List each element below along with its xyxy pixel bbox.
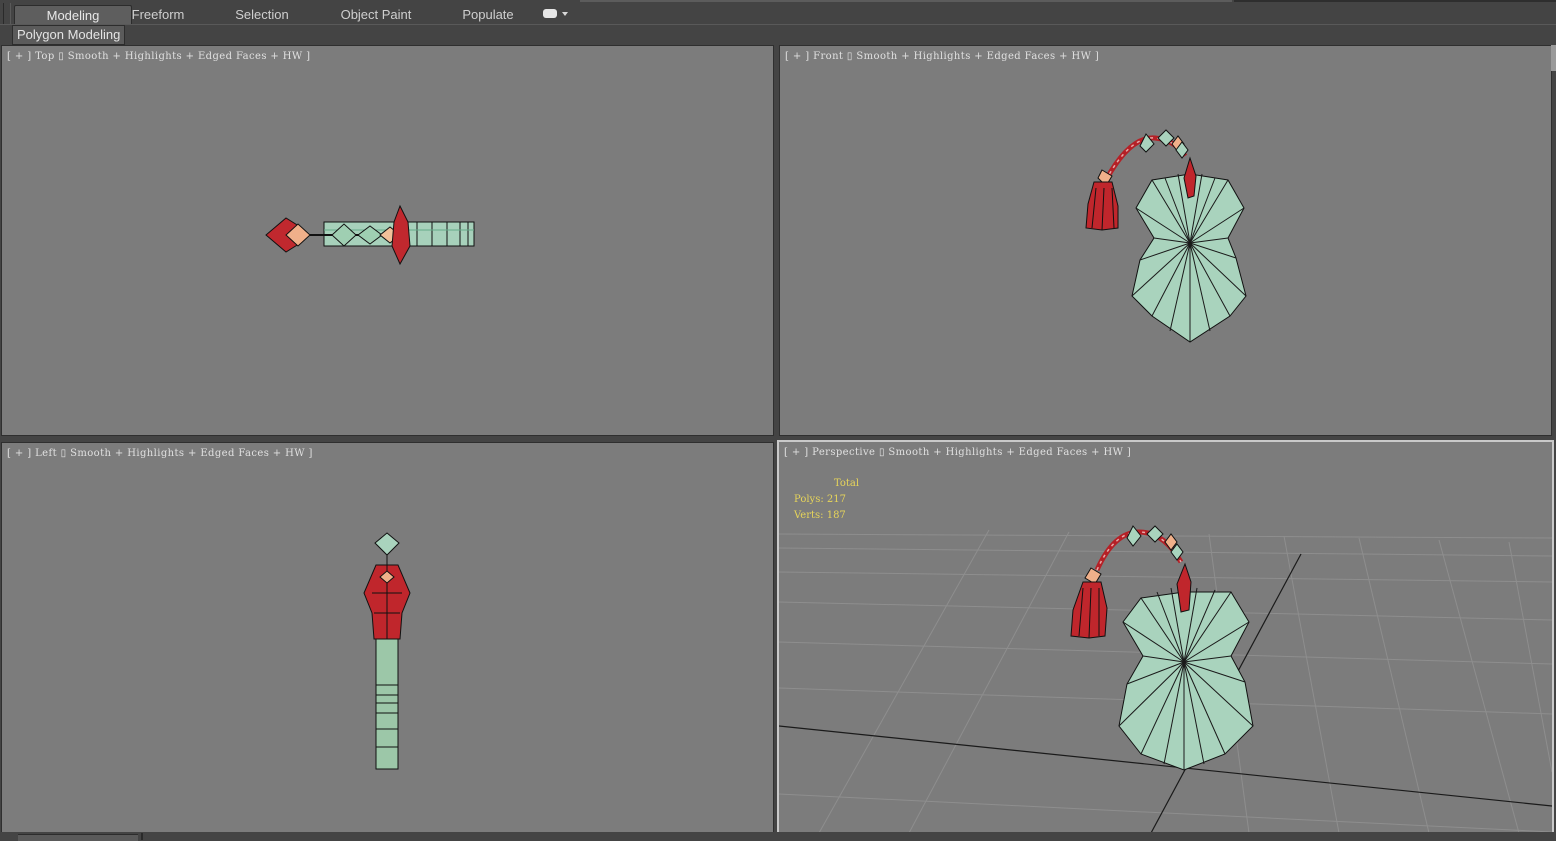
polygon-modeling-panel-button[interactable]: Polygon Modeling: [12, 25, 126, 45]
ribbon-panel-bar: Polygon Modeling: [0, 24, 1556, 45]
jade-body-left: [375, 638, 399, 770]
tab-populate[interactable]: Populate: [450, 5, 526, 24]
ribbon-top-divider: [580, 0, 1556, 2]
camera-dropdown-icon: [543, 9, 557, 18]
perspective-view-model: [779, 525, 1552, 833]
chevron-down-icon: [562, 12, 568, 16]
jade-pendant-perspective: [1118, 591, 1254, 771]
viewport-scrollbar[interactable]: [1551, 45, 1556, 71]
front-view-model: [1085, 129, 1247, 343]
top-view-model: [265, 204, 475, 266]
ribbon-tab-bar: Modeling Freeform Selection Object Paint…: [0, 0, 1556, 39]
bead-diamond: [374, 532, 400, 556]
tab-freeform[interactable]: Freeform: [120, 5, 196, 24]
viewport-perspective[interactable]: [ + ] Perspective ▯ Smooth + Highlights …: [777, 440, 1554, 835]
left-view-model: [363, 532, 411, 770]
tab-object-paint[interactable]: Object Paint: [330, 5, 422, 24]
tab-modeling[interactable]: Modeling: [14, 5, 132, 25]
viewport-front[interactable]: [ + ] Front ▯ Smooth + Highlights + Edge…: [779, 45, 1552, 436]
viewport-top[interactable]: [ + ] Top ▯ Smooth + Highlights + Edged …: [1, 45, 774, 436]
ring-top: [391, 204, 411, 266]
viewport-left[interactable]: [ + ] Left ▯ Smooth + Highlights + Edged…: [1, 442, 774, 833]
ribbon-options-dropdown[interactable]: [543, 8, 569, 20]
jade-pendant-front: [1131, 173, 1247, 343]
status-strip: [0, 832, 1556, 841]
tab-selection[interactable]: Selection: [222, 5, 302, 24]
